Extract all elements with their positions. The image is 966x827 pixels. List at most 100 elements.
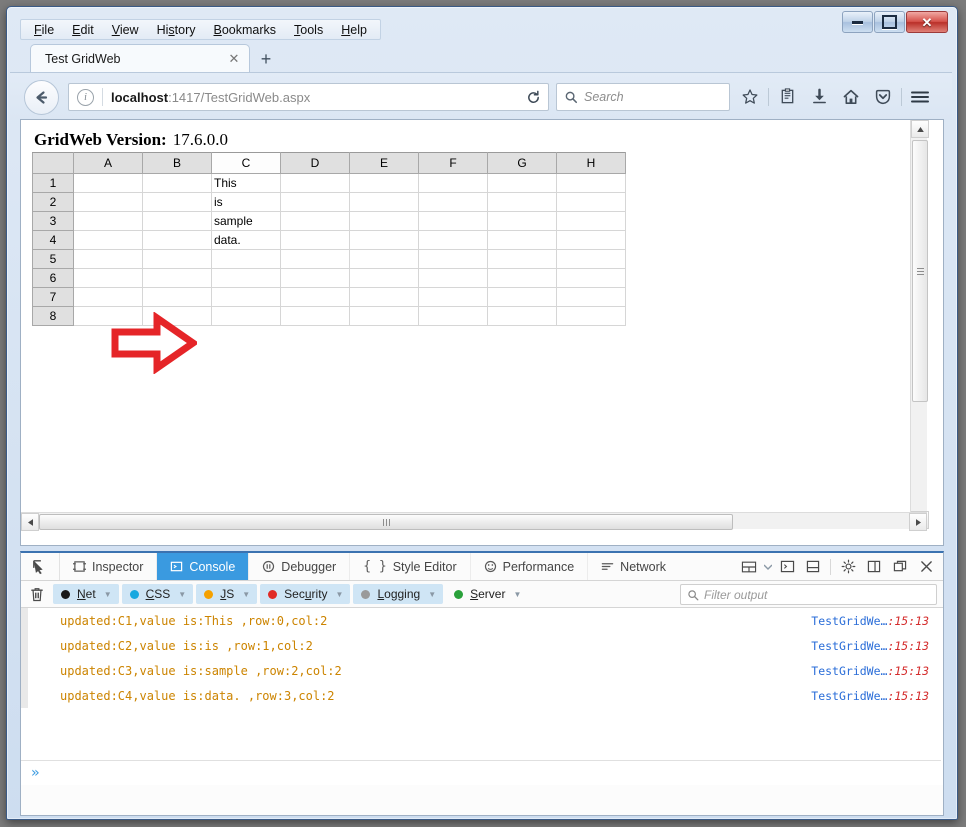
cell-A6[interactable] (73, 268, 143, 288)
col-header-A[interactable]: A (73, 152, 143, 174)
downloads-icon[interactable] (803, 83, 835, 110)
tab-close-icon[interactable]: ✕ (225, 50, 243, 68)
filter-logging[interactable]: Logging ▼ (353, 584, 444, 604)
source-file-link[interactable]: TestGridWe… (811, 614, 887, 628)
close-devtools-icon[interactable] (913, 553, 939, 580)
cell-B1[interactable] (142, 173, 212, 193)
cell-C7[interactable] (211, 287, 281, 307)
cell-G5[interactable] (487, 249, 557, 269)
source-file-link[interactable]: TestGridWe… (811, 689, 887, 703)
filter-security[interactable]: Security ▼ (260, 584, 351, 604)
cell-F3[interactable] (418, 211, 488, 231)
col-header-G[interactable]: G (487, 152, 557, 174)
bookmark-star-icon[interactable] (734, 83, 766, 110)
row-header-6[interactable]: 6 (32, 268, 74, 288)
cell-F7[interactable] (418, 287, 488, 307)
cell-H3[interactable] (556, 211, 626, 231)
scroll-up-button[interactable] (911, 120, 929, 138)
cell-C3[interactable]: sample (211, 211, 281, 231)
col-header-B[interactable]: B (142, 152, 212, 174)
col-header-H[interactable]: H (556, 152, 626, 174)
cell-H1[interactable] (556, 173, 626, 193)
cell-G3[interactable] (487, 211, 557, 231)
cell-E7[interactable] (349, 287, 419, 307)
col-header-C[interactable]: C (211, 152, 281, 174)
tab-network[interactable]: Network (588, 553, 679, 580)
responsive-dropdown-icon[interactable] (762, 553, 774, 580)
settings-gear-icon[interactable] (835, 553, 861, 580)
cell-B2[interactable] (142, 192, 212, 212)
row-header-7[interactable]: 7 (32, 287, 74, 307)
cell-A1[interactable] (73, 173, 143, 193)
console-message-source[interactable]: TestGridWe…:15:13 (811, 614, 929, 628)
cell-D3[interactable] (280, 211, 350, 231)
filter-css[interactable]: CSS ▼ (121, 584, 194, 604)
menu-help[interactable]: Help (332, 21, 376, 39)
cell-F4[interactable] (418, 230, 488, 250)
cell-H4[interactable] (556, 230, 626, 250)
cell-E2[interactable] (349, 192, 419, 212)
cell-G1[interactable] (487, 173, 557, 193)
menu-edit[interactable]: Edit (63, 21, 103, 39)
browser-tab-active[interactable]: Test GridWeb ✕ (30, 44, 250, 73)
cell-F1[interactable] (418, 173, 488, 193)
separate-window-icon[interactable] (887, 553, 913, 580)
row-header-3[interactable]: 3 (32, 211, 74, 231)
vertical-scroll-thumb[interactable] (912, 140, 928, 402)
cell-G6[interactable] (487, 268, 557, 288)
cell-A2[interactable] (73, 192, 143, 212)
back-button[interactable] (24, 80, 59, 115)
source-file-link[interactable]: TestGridWe… (811, 664, 887, 678)
cell-B4[interactable] (142, 230, 212, 250)
chevron-down-icon[interactable]: ▼ (513, 590, 521, 599)
cell-E3[interactable] (349, 211, 419, 231)
cell-D8[interactable] (280, 306, 350, 326)
row-header-1[interactable]: 1 (32, 173, 74, 193)
dock-side-icon[interactable] (861, 553, 887, 580)
cell-D7[interactable] (280, 287, 350, 307)
pocket-icon[interactable] (867, 83, 899, 110)
cell-H8[interactable] (556, 306, 626, 326)
cell-G8[interactable] (487, 306, 557, 326)
cell-D6[interactable] (280, 268, 350, 288)
row-header-4[interactable]: 4 (32, 230, 74, 250)
close-window-button[interactable]: ✕ (906, 11, 948, 33)
cell-F2[interactable] (418, 192, 488, 212)
cell-E1[interactable] (349, 173, 419, 193)
cell-A3[interactable] (73, 211, 143, 231)
cell-D1[interactable] (280, 173, 350, 193)
scroll-left-button[interactable] (21, 513, 39, 531)
cell-D4[interactable] (280, 230, 350, 250)
menu-icon[interactable] (904, 83, 936, 110)
source-file-link[interactable]: TestGridWe… (811, 639, 887, 653)
reload-button[interactable] (518, 83, 549, 111)
scroll-right-button[interactable] (909, 513, 927, 531)
clear-console-icon[interactable] (21, 587, 53, 602)
library-icon[interactable] (771, 83, 803, 110)
tab-style-editor[interactable]: { } Style Editor (350, 553, 471, 580)
tab-performance[interactable]: Performance (471, 553, 589, 580)
spreadsheet-grid[interactable]: A B C D E F G H 1 This 2 is 3 sample 4 d… (32, 152, 626, 326)
console-prompt[interactable]: » (31, 765, 39, 781)
list-item[interactable]: updated:C1,value is:This ,row:0,col:2 Te… (21, 608, 943, 633)
cell-D2[interactable] (280, 192, 350, 212)
chevron-down-icon[interactable]: ▼ (428, 590, 436, 599)
cell-G2[interactable] (487, 192, 557, 212)
menu-tools[interactable]: Tools (285, 21, 332, 39)
tab-console[interactable]: Console (157, 553, 250, 580)
horizontal-scroll-thumb[interactable] (39, 514, 733, 530)
page-horizontal-scrollbar[interactable] (21, 512, 927, 531)
cell-B5[interactable] (142, 249, 212, 269)
cell-B3[interactable] (142, 211, 212, 231)
cell-C2[interactable]: is (211, 192, 281, 212)
home-icon[interactable] (835, 83, 867, 110)
new-tab-icon[interactable]: + (253, 47, 279, 71)
console-message-source[interactable]: TestGridWe…:15:13 (811, 639, 929, 653)
cell-D5[interactable] (280, 249, 350, 269)
maximize-button[interactable] (874, 11, 905, 33)
cell-B6[interactable] (142, 268, 212, 288)
list-item[interactable]: updated:C2,value is:is ,row:1,col:2 Test… (21, 633, 943, 658)
cell-A7[interactable] (73, 287, 143, 307)
cell-E5[interactable] (349, 249, 419, 269)
list-item[interactable]: updated:C3,value is:sample ,row:2,col:2 … (21, 658, 943, 683)
